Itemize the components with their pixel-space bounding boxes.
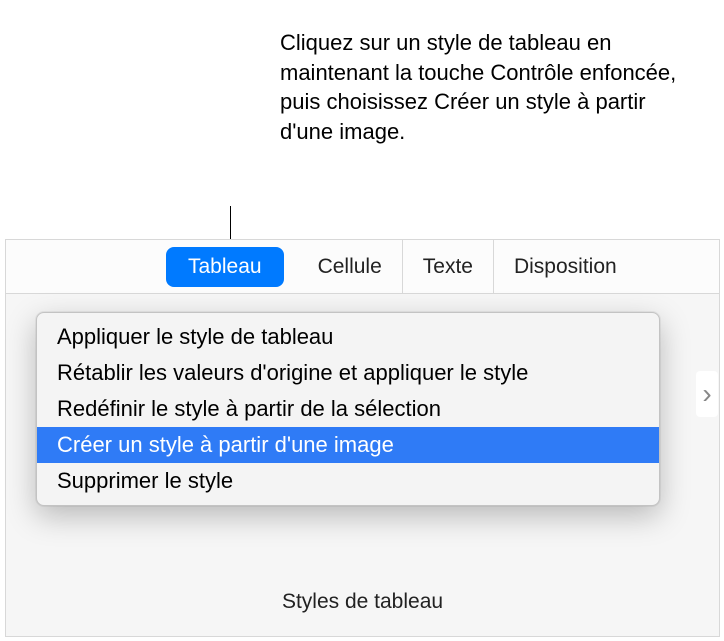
styles-section-label: Styles de tableau <box>6 590 719 614</box>
menu-item-reset-apply[interactable]: Rétablir les valeurs d'origine et appliq… <box>37 355 659 391</box>
tab-disposition[interactable]: Disposition <box>494 240 637 293</box>
context-menu: Appliquer le style de tableau Rétablir l… <box>36 312 660 506</box>
tab-texte[interactable]: Texte <box>403 240 494 293</box>
tab-cellule[interactable]: Cellule <box>298 240 403 293</box>
tab-bar: Tableau Cellule Texte Disposition <box>6 240 719 294</box>
menu-item-delete-style[interactable]: Supprimer le style <box>37 463 659 499</box>
styles-next-button[interactable]: › <box>696 371 718 417</box>
tab-tableau[interactable]: Tableau <box>166 247 284 287</box>
menu-item-create-from-image[interactable]: Créer un style à partir d'une image <box>37 427 659 463</box>
chevron-right-icon: › <box>702 378 711 410</box>
menu-item-redefine-from-selection[interactable]: Redéfinir le style à partir de la sélect… <box>37 391 659 427</box>
callout-text: Cliquez sur un style de tableau en maint… <box>280 28 680 147</box>
menu-item-apply-style[interactable]: Appliquer le style de tableau <box>37 319 659 355</box>
